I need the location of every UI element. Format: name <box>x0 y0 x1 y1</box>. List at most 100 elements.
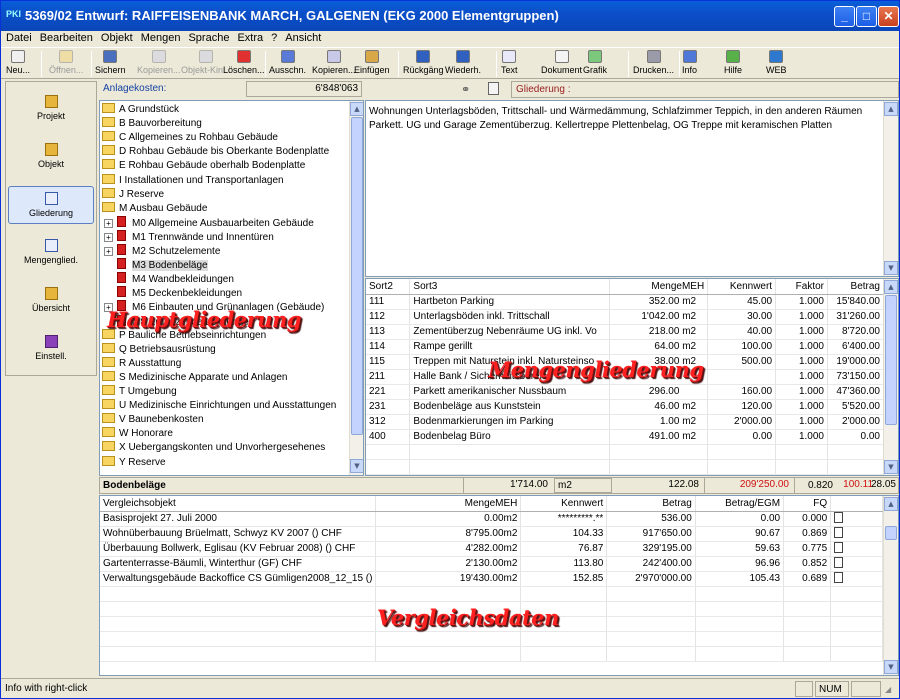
toolbar-button-document[interactable]: Dokument <box>541 50 582 75</box>
table-row[interactable]: 400 Bodenbelag Büro 491.00 m2 0.00 1.000 0.00 <box>366 429 884 445</box>
resize-grip-icon[interactable]: ◢ <box>885 685 891 694</box>
menu-item-mengen[interactable]: Mengen <box>138 31 184 45</box>
tree-item[interactable]: U Medizinische Einrichtungen und Ausstat… <box>102 399 336 413</box>
tree-item[interactable]: M Ausbau Gebäude <box>102 201 207 216</box>
menu-item-sprache[interactable]: Sprache <box>185 31 232 45</box>
gliederung-field[interactable]: Gliederung : <box>511 81 899 98</box>
column-header[interactable]: Kennwert <box>520 496 608 512</box>
scroll-up-arrow-icon[interactable]: ▲ <box>884 497 898 511</box>
tree-item[interactable]: + M0 Allgemeine Ausbauarbeiten Gebäude <box>104 215 314 230</box>
toolbar-button-copy[interactable]: Kopieren... <box>312 50 356 75</box>
scroll-thumb[interactable] <box>351 117 363 435</box>
tree-item[interactable]: T Umgebung <box>102 385 177 399</box>
column-header[interactable]: Sort3 <box>409 279 611 295</box>
title-bar[interactable]: PKI 5369/02 Entwurf: RAIFFEISENBANK MARC… <box>1 1 899 31</box>
document-icon[interactable] <box>834 571 844 583</box>
scroll-thumb[interactable] <box>885 295 897 425</box>
scroll-down-arrow-icon[interactable]: ▼ <box>884 460 898 474</box>
tree-item[interactable]: V Baunebenkosten <box>102 413 204 427</box>
summary-meh[interactable]: m2 <box>554 478 612 493</box>
scroll-up-arrow-icon[interactable]: ▲ <box>884 280 898 294</box>
table-row[interactable]: 113 Zementüberzug Nebenräume UG inkl. Vo 2… <box>366 324 884 340</box>
tree-item[interactable]: R Ausstattung <box>102 356 181 371</box>
toolbar-button-save[interactable]: Sichern <box>95 50 126 75</box>
maximize-button[interactable]: □ <box>856 6 877 27</box>
nav-button-objekt[interactable]: Objekt <box>8 138 94 176</box>
toolbar-button-delete[interactable]: Löschen... <box>223 50 265 75</box>
scroll-up-arrow-icon[interactable]: ▲ <box>350 102 363 116</box>
tree-item[interactable]: W Honorare <box>102 427 173 441</box>
nav-button-einstell[interactable]: Einstell. <box>8 330 94 368</box>
table-row[interactable]: 312 Bodenmarkierungen im Parking 1.00 m2 2'… <box>366 414 884 430</box>
toolbar-button-redo[interactable]: Wiederh. <box>445 50 481 75</box>
table-row[interactable]: Wohnüberbauung Brüelmatt, Schwyz KV 2007… <box>100 526 883 542</box>
expand-icon[interactable]: + <box>104 247 113 256</box>
table-row[interactable]: 221 Parkett amerikanischer Nussbaum 296.00… <box>366 384 884 400</box>
document-icon[interactable] <box>834 556 844 568</box>
tree-item[interactable]: X Uebergangskonten und Unvorhergesehenes <box>102 441 325 455</box>
tree-item[interactable]: M3 Bodenbeläge <box>104 258 208 272</box>
menu-item-help[interactable]: ? <box>268 31 280 45</box>
menu-item-ansicht[interactable]: Ansicht <box>282 31 324 45</box>
table-row[interactable]: Überbauung Bollwerk, Eglisau (KV Februar… <box>100 541 883 557</box>
tree-item[interactable]: I Installationen und Transportanlagen <box>102 173 284 188</box>
tree-item[interactable]: S Medizinische Apparate und Anlagen <box>102 370 287 385</box>
tree-item[interactable]: E Rohbau Gebäude oberhalb Bodenplatte <box>102 159 305 173</box>
menu-item-datei[interactable]: Datei <box>3 31 35 45</box>
column-header[interactable]: Faktor <box>775 279 828 295</box>
toolbar-button-undo[interactable]: Rückgäng <box>403 50 444 75</box>
nav-button-gliederung[interactable]: Gliederung <box>8 186 94 224</box>
toolbar-button-text[interactable]: Text <box>501 50 518 75</box>
menu-item-bearbeiten[interactable]: Bearbeiten <box>37 31 96 45</box>
toolbar-button-copy[interactable]: Kopieren... <box>137 50 181 75</box>
toolbar-button-paste[interactable]: Einfügen <box>354 50 390 75</box>
document-icon[interactable] <box>488 82 499 95</box>
quantity-scrollbar[interactable]: ▲ ▼ <box>883 279 898 475</box>
column-header[interactable]: Kennwert <box>707 279 777 295</box>
document-icon[interactable] <box>834 541 844 553</box>
scroll-thumb[interactable] <box>885 526 897 540</box>
table-row[interactable]: 111 Hartbeton Parking 352.00 m2 45.00 1.000 1… <box>366 294 884 310</box>
description-scrollbar[interactable]: ▲ ▼ <box>883 101 898 276</box>
table-row[interactable]: 231 Bodenbeläge aus Kunststein 46.00 m2 120… <box>366 399 884 415</box>
tree-item[interactable]: + M1 Trennwände und Innentüren <box>104 229 274 244</box>
comparison-scrollbar[interactable]: ▲ ▼ <box>883 496 898 675</box>
menu-item-extra[interactable]: Extra <box>234 31 266 45</box>
nav-button-projekt[interactable]: Projekt <box>8 90 94 128</box>
description-panel[interactable]: Wohnungen Unterlagsböden, Trittschall- u… <box>365 100 899 277</box>
toolbar-button-cut[interactable]: Ausschn. <box>269 50 306 75</box>
table-row[interactable]: Basisprojekt 27. Juli 2000 0.00m2 ********… <box>100 511 883 527</box>
tree-item[interactable]: J Reserve <box>102 187 164 202</box>
toolbar-button-print[interactable]: Drucken... <box>633 50 674 75</box>
column-header[interactable]: Vergleichsobjekt <box>100 496 377 512</box>
scroll-down-arrow-icon[interactable]: ▼ <box>884 261 898 275</box>
column-header[interactable]: MengeMEH <box>609 279 709 295</box>
toolbar-button-new[interactable]: Neu... <box>6 50 30 75</box>
scroll-up-arrow-icon[interactable]: ▲ <box>884 102 898 116</box>
column-header[interactable]: Betrag <box>827 279 884 295</box>
minimize-button[interactable]: _ <box>834 6 855 27</box>
tree-item[interactable]: + M2 Schutzelemente <box>104 244 220 258</box>
document-icon[interactable] <box>834 526 844 538</box>
document-icon[interactable] <box>834 511 844 523</box>
column-header[interactable]: FQ <box>783 496 832 512</box>
menu-item-objekt[interactable]: Objekt <box>98 31 136 45</box>
tree-item[interactable]: Y Reserve <box>102 455 166 470</box>
column-header[interactable]: MengeMEH <box>375 496 522 512</box>
close-button[interactable]: ✕ <box>878 6 899 27</box>
scroll-down-arrow-icon[interactable]: ▼ <box>350 459 363 473</box>
tree-item[interactable]: B Bauvorbereitung <box>102 117 202 131</box>
expand-icon[interactable]: + <box>104 218 113 228</box>
table-row[interactable]: 112 Unterlagsböden inkl. Trittschall 1'042… <box>366 309 884 325</box>
toolbar-button-open[interactable]: Öffnen... <box>49 50 83 75</box>
scroll-down-arrow-icon[interactable]: ▼ <box>884 660 898 674</box>
column-header[interactable]: Sort2 <box>366 279 411 295</box>
tree-item[interactable]: M4 Wandbekleidungen <box>104 272 234 286</box>
tree-scrollbar[interactable]: ▲ ▼ <box>349 101 363 475</box>
toolbar-button-graphic[interactable]: Grafik <box>583 50 607 75</box>
toolbar-button-info[interactable]: Info <box>682 50 697 75</box>
link-icon[interactable]: ⚭ <box>461 83 470 96</box>
expand-icon[interactable]: + <box>104 232 113 242</box>
toolbar-button-web[interactable]: WEB <box>766 50 787 75</box>
tree-item[interactable]: D Rohbau Gebäude bis Oberkante Bodenplat… <box>102 145 329 159</box>
